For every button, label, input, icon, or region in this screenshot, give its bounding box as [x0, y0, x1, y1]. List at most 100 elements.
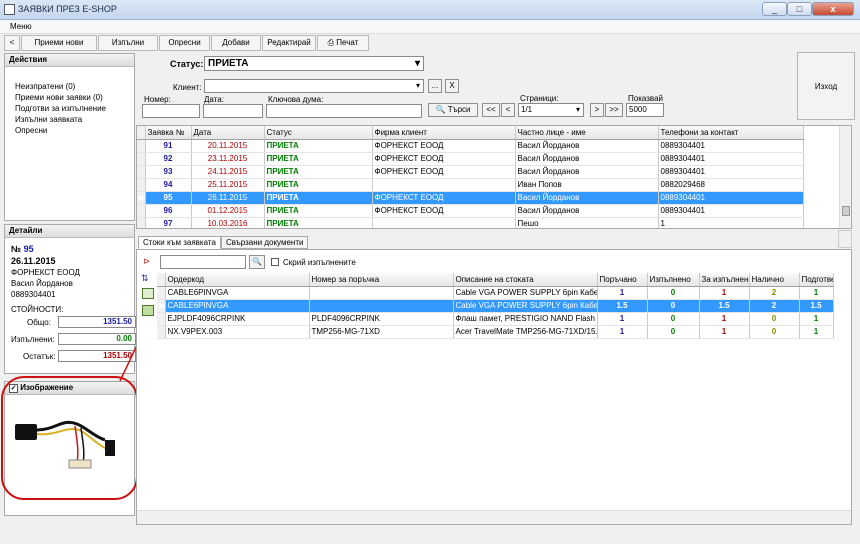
col-ordercode[interactable]: Ордеркод — [165, 273, 310, 287]
date-input[interactable] — [203, 104, 263, 118]
last-page-button[interactable]: >> — [605, 103, 623, 117]
order-person-cell: Пешо — [515, 217, 659, 228]
status-value: ПРИЕТА — [208, 58, 249, 69]
col-available[interactable]: Налично — [749, 273, 800, 287]
document-icon[interactable] — [142, 288, 154, 299]
row-indicator[interactable] — [137, 152, 146, 166]
pages-select[interactable]: 1/1 ▾ — [518, 103, 584, 117]
order-person-cell: Васил Йорданов — [515, 165, 659, 179]
first-page-button[interactable]: << — [482, 103, 500, 117]
client-select[interactable]: ▾ — [204, 79, 424, 93]
row-indicator[interactable] — [137, 217, 146, 228]
col-prepared[interactable]: Подготвено — [799, 273, 834, 287]
order-number-cell: 97 — [145, 217, 192, 228]
order-phone-cell: 0889304401 — [658, 165, 804, 179]
order-person-cell: Васил Йорданов — [515, 204, 659, 218]
col-ordered[interactable]: Поръчано — [597, 273, 648, 287]
col-date[interactable]: Дата — [191, 126, 265, 140]
row-indicator[interactable]: ▶ — [137, 191, 146, 205]
order-row[interactable]: 97 10.03.2016 ПРИЕТА Пешо 1 — [137, 217, 804, 228]
item-ordered-cell: 1 — [597, 286, 648, 300]
client-clear-button[interactable]: X — [445, 79, 459, 93]
item-executed-cell: 0 — [647, 299, 700, 313]
order-phone-cell: 0889304401 — [658, 139, 804, 153]
item-prepared-cell: 1.5 — [799, 299, 834, 313]
col-person[interactable]: Частно лице - име — [515, 126, 659, 140]
scrollbar-thumb[interactable] — [842, 206, 850, 216]
order-person-cell: Иван Попов — [515, 178, 659, 192]
item-executed-cell: 0 — [647, 312, 700, 326]
hide-done-label: Скрий изпълнените — [283, 258, 356, 267]
keyword-input[interactable] — [266, 104, 422, 118]
col-phone[interactable]: Телефони за контакт — [658, 126, 804, 140]
item-row[interactable]: EJPLDF4096CRPINK PLDF4096CRPINK Флаш памет… — [157, 312, 834, 326]
order-row[interactable]: ▶ 95 26.11.2015 ПРИЕТА ФОРНЕКСТ ЕООД Васил Йо… — [137, 191, 804, 205]
sort-icon[interactable]: ⇅ — [141, 273, 155, 285]
item-executed-cell: 0 — [647, 325, 700, 339]
filter-icon[interactable]: ⊳ — [143, 256, 155, 266]
item-description-cell: Acer TravelMate TMP256-MG-71XD/15.6 — [453, 325, 598, 339]
order-row[interactable]: 91 20.11.2015 ПРИЕТА ФОРНЕКСТ ЕООД Васил Йор… — [137, 139, 804, 153]
item-row[interactable]: CABLE6PINVGA Cable VGA POWER SUPPLY 6pin … — [157, 286, 834, 300]
order-row[interactable]: 92 23.11.2015 ПРИЕТА ФОРНЕКСТ ЕООД Васил Йор… — [137, 152, 804, 166]
order-person-cell: Васил Йорданов — [515, 152, 659, 166]
tab-goods[interactable]: Стоки към заявката — [138, 236, 221, 249]
row-indicator[interactable] — [137, 204, 146, 218]
item-row[interactable]: ▶ CABLE6PINVGA Cable VGA POWER SUPPLY 6pin… — [157, 299, 834, 313]
order-row[interactable]: 94 25.11.2015 ПРИЕТА Иван Попов 0882029468 — [137, 178, 804, 192]
keyword-label: Ключова дума: — [268, 95, 324, 104]
orders-scrollbar[interactable] — [839, 126, 851, 228]
status-select[interactable]: ПРИЕТА ▾ — [204, 56, 424, 71]
item-row-indicator[interactable] — [157, 286, 166, 300]
col-order-number[interactable]: Заявка № — [145, 126, 192, 140]
col-order-no[interactable]: Номер за поръчка — [309, 273, 454, 287]
item-ordered-cell: 1.5 — [597, 299, 648, 313]
hide-done-checkbox[interactable] — [271, 258, 279, 266]
items-hscrollbar[interactable] — [137, 510, 851, 524]
order-row[interactable]: 93 24.11.2015 ПРИЕТА ФОРНЕКСТ ЕООД Васил Йор… — [137, 165, 804, 179]
col-executed[interactable]: Изпълнено — [647, 273, 700, 287]
order-company-cell: ФОРНЕКСТ ЕООД — [372, 191, 516, 205]
col-description[interactable]: Описание на стоката — [453, 273, 598, 287]
order-date-cell: 01.12.2015 — [191, 204, 265, 218]
item-row-indicator[interactable] — [157, 312, 166, 326]
excel-icon[interactable] — [142, 305, 154, 316]
item-order-no-cell: PLDF4096CRPINK — [309, 312, 454, 326]
splitter-scroll[interactable] — [838, 230, 852, 248]
item-to-execute-cell: 1.5 — [699, 299, 750, 313]
item-description-cell: Флаш памет, PRESTIGIO NAND Flash 4 — [453, 312, 598, 326]
order-row[interactable]: 96 01.12.2015 ПРИЕТА ФОРНЕКСТ ЕООД Васил Йор… — [137, 204, 804, 218]
item-ordercode-cell: CABLE6PINVGA — [165, 299, 310, 313]
show-label: Показвай — [628, 94, 663, 103]
orders-grid: Заявка № Дата Статус Фирма клиент Частно… — [136, 125, 852, 229]
col-status[interactable]: Статус — [264, 126, 373, 140]
items-search-input[interactable] — [160, 255, 246, 269]
order-phone-cell: 0889304401 — [658, 152, 804, 166]
exit-button[interactable]: Изход — [797, 52, 855, 120]
client-browse-button[interactable]: ... — [428, 79, 442, 93]
item-available-cell: 2 — [749, 299, 800, 313]
order-status-cell: ПРИЕТА — [264, 217, 373, 228]
row-indicator-header — [137, 126, 146, 140]
show-input[interactable]: 5000 — [626, 103, 664, 117]
number-input[interactable] — [142, 104, 200, 118]
item-row-indicator[interactable]: ▶ — [157, 299, 166, 313]
items-search-button[interactable]: 🔍 — [249, 255, 265, 269]
prev-page-button[interactable]: < — [501, 103, 515, 117]
item-row[interactable]: NX.V9PEX.003 TMP256-MG-71XD Acer TravelMat… — [157, 325, 834, 339]
item-row-indicator[interactable] — [157, 325, 166, 339]
order-status-cell: ПРИЕТА — [264, 139, 373, 153]
order-status-cell: ПРИЕТА — [264, 191, 373, 205]
order-status-cell: ПРИЕТА — [264, 165, 373, 179]
tab-linked-documents[interactable]: Свързани документи — [221, 236, 309, 249]
next-page-button[interactable]: > — [590, 103, 604, 117]
row-indicator[interactable] — [137, 139, 146, 153]
row-indicator[interactable] — [137, 178, 146, 192]
order-phone-cell: 0889304401 — [658, 191, 804, 205]
order-date-cell: 20.11.2015 — [191, 139, 265, 153]
col-company[interactable]: Фирма клиент — [372, 126, 516, 140]
search-button[interactable]: 🔍 Търси — [428, 103, 478, 117]
col-to-execute[interactable]: За изпълнение — [699, 273, 750, 287]
row-indicator[interactable] — [137, 165, 146, 179]
order-company-cell — [372, 217, 516, 228]
